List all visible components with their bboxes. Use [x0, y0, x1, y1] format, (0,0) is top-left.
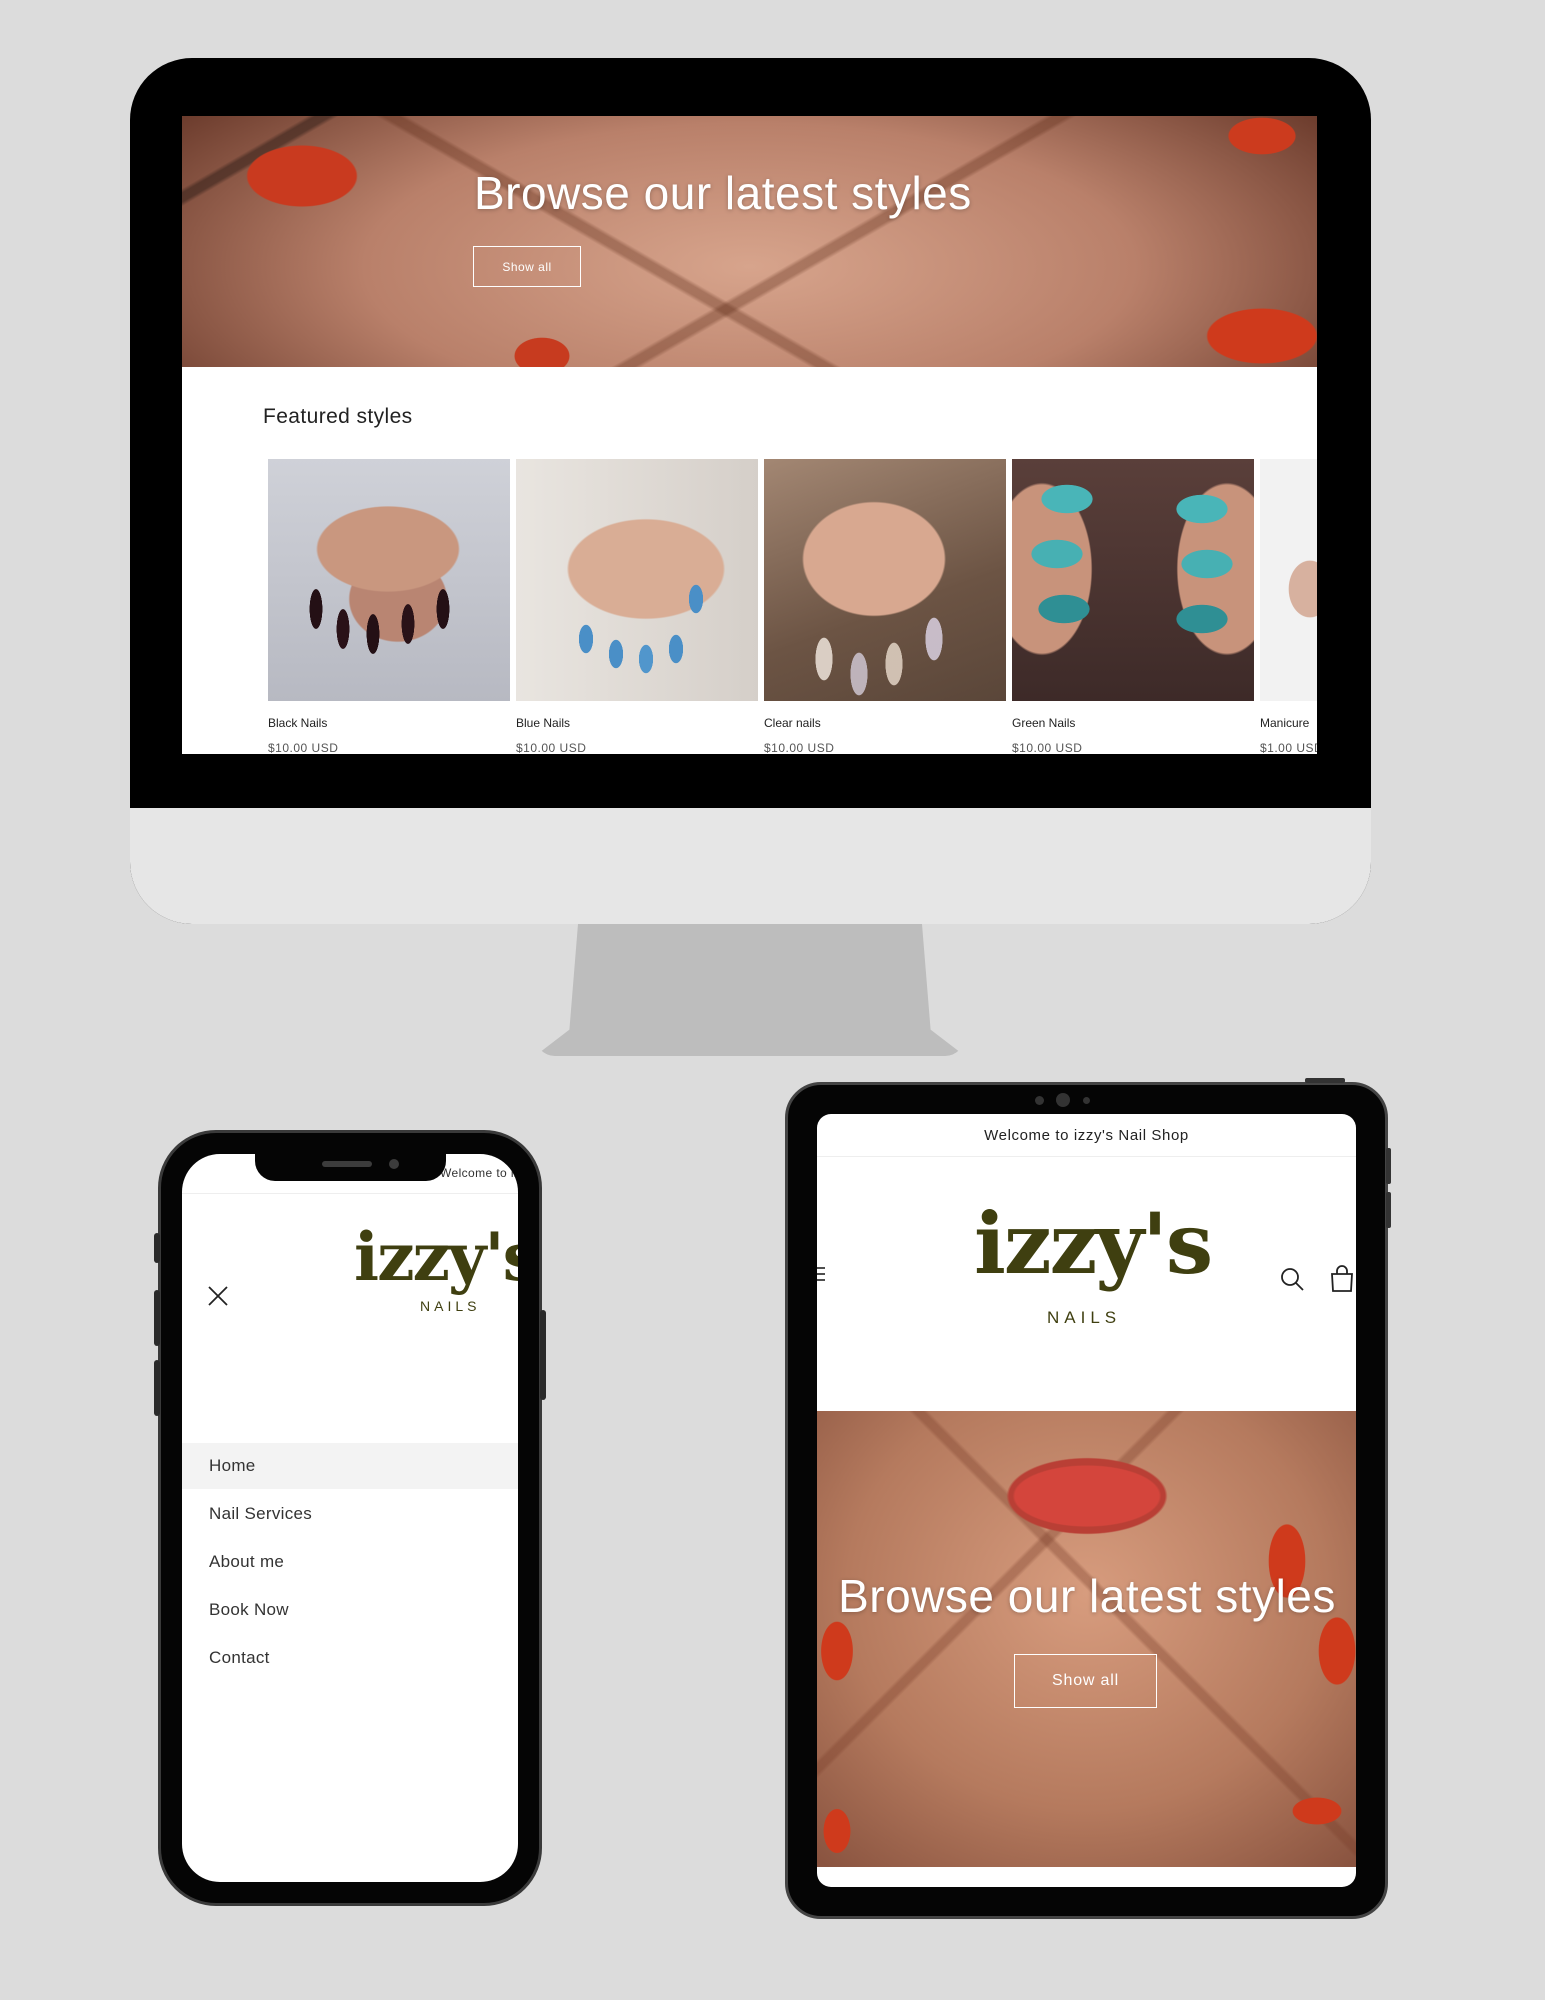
featured-styles-heading: Featured styles [263, 405, 413, 428]
tablet-light-sensor [1083, 1097, 1090, 1104]
product-name[interactable]: Black Nails [268, 716, 327, 730]
product-image[interactable] [764, 459, 1006, 701]
logo-wordmark: izzy's [354, 1218, 518, 1296]
search-icon[interactable] [1279, 1266, 1305, 1292]
product-card-green-nails[interactable]: Green Nails $10.00 USD [1012, 459, 1254, 754]
product-card-clear-nails[interactable]: Clear nails $10.00 USD [764, 459, 1006, 754]
product-price: $1.00 USD [1260, 741, 1317, 754]
tablet-show-all-button[interactable]: Show all [1014, 1654, 1157, 1708]
product-name[interactable]: Blue Nails [516, 716, 570, 730]
product-card-manicure[interactable]: Manicure $1.00 USD [1260, 459, 1317, 754]
tablet-logo[interactable]: izzy's NAILS [974, 1194, 1213, 1328]
tablet-hero-title: Browse our latest styles [838, 1570, 1336, 1622]
menu-item-nail-services[interactable]: Nail Services [182, 1491, 518, 1537]
tablet-volume-down-button [1386, 1192, 1391, 1228]
cart-icon[interactable] [1329, 1265, 1355, 1293]
desktop-show-all-button[interactable]: Show all [473, 246, 581, 287]
phone-notch [255, 1152, 446, 1181]
product-name[interactable]: Green Nails [1012, 716, 1075, 730]
desktop-hero-banner: Browse our latest styles Show all [182, 116, 1317, 367]
phone-logo[interactable]: izzy's NAILS [354, 1218, 518, 1314]
product-image[interactable] [1260, 459, 1317, 701]
tablet-top-button [1305, 1078, 1345, 1083]
product-name[interactable]: Clear nails [764, 716, 821, 730]
product-card-blue-nails[interactable]: Blue Nails $10.00 USD [516, 459, 758, 754]
desktop-screen: Browse our latest styles Show all Featur… [182, 116, 1317, 754]
menu-item-book-now[interactable]: Book Now [182, 1587, 518, 1633]
phone-side-button [154, 1233, 160, 1263]
product-image[interactable] [268, 459, 510, 701]
close-icon[interactable] [206, 1284, 230, 1308]
tablet-camera [1056, 1093, 1070, 1107]
logo-subtitle: NAILS [1047, 1308, 1122, 1327]
menu-item-contact[interactable]: Contact [182, 1635, 518, 1681]
menu-item-about-me[interactable]: About me [182, 1539, 518, 1585]
phone-screen: Welcome to izzy's Nail Shop izzy's NAILS… [182, 1154, 518, 1882]
product-price: $10.00 USD [764, 741, 835, 754]
product-name[interactable]: Manicure [1260, 716, 1309, 730]
tablet-hero-banner: Browse our latest styles Show all [817, 1411, 1356, 1867]
product-card-black-nails[interactable]: Black Nails $10.00 USD [268, 459, 510, 754]
monitor-stand [535, 924, 965, 1056]
announcement-text: Welcome to izzy's Nail Shop [440, 1166, 518, 1180]
product-image[interactable] [516, 459, 758, 701]
phone-volume-up-button [154, 1290, 160, 1346]
tablet-sensor [1035, 1096, 1044, 1105]
logo-wordmark: izzy's [974, 1194, 1213, 1293]
product-price: $10.00 USD [516, 741, 587, 754]
product-price: $10.00 USD [1012, 741, 1083, 754]
menu-item-home[interactable]: Home [182, 1443, 518, 1489]
monitor-chin [130, 808, 1371, 924]
desktop-hero-title: Browse our latest styles [474, 167, 972, 219]
product-image[interactable] [1012, 459, 1254, 701]
hamburger-menu-icon[interactable] [817, 1266, 827, 1282]
tablet-volume-up-button [1386, 1148, 1391, 1184]
phone-power-button [540, 1310, 546, 1400]
phone-volume-down-button [154, 1360, 160, 1416]
logo-subtitle: NAILS [420, 1298, 481, 1314]
phone-speaker [322, 1161, 372, 1167]
tablet-announcement-bar: Welcome to izzy's Nail Shop [817, 1114, 1356, 1157]
phone-camera [389, 1159, 399, 1169]
product-price: $10.00 USD [268, 741, 339, 754]
tablet-screen: Welcome to izzy's Nail Shop izzy's NAILS… [817, 1114, 1356, 1887]
